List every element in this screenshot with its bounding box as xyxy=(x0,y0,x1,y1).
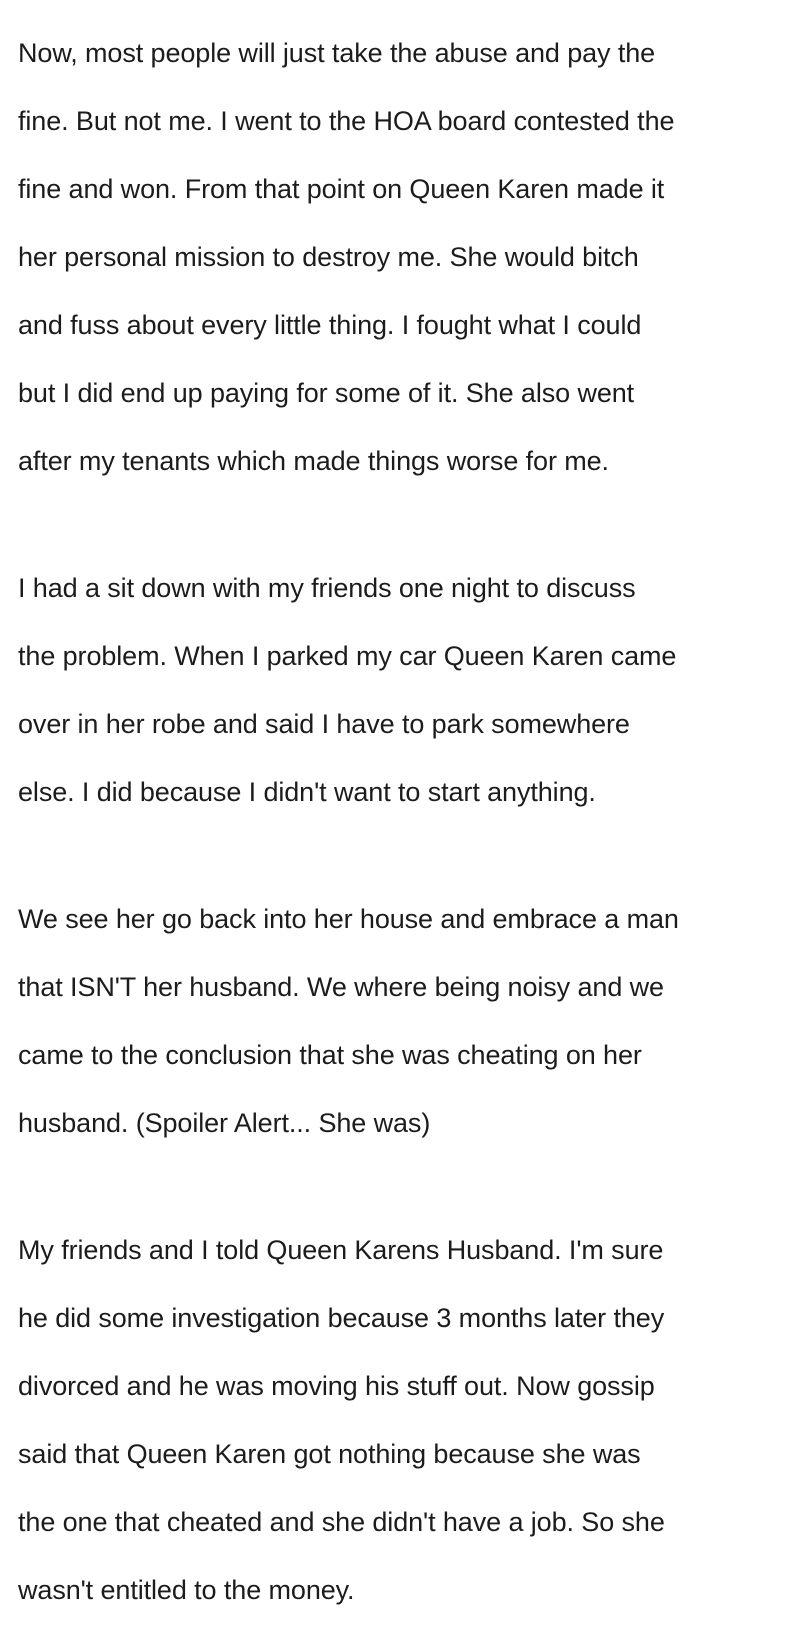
text-line: Now, most people will just take the abus… xyxy=(18,38,656,68)
text-line: else. I did because I didn't want to sta… xyxy=(18,777,596,807)
text-line: My friends and I told Queen Karens Husba… xyxy=(18,1235,664,1265)
text-line: fine and won. From that point on Queen K… xyxy=(18,174,665,204)
paragraph-cheating: We see her go back into her house and em… xyxy=(18,868,792,1174)
text-line: but I did end up paying for some of it. … xyxy=(18,378,635,408)
text-line: the one that cheated and she didn't have… xyxy=(18,1507,665,1537)
story-text-body: Now, most people will just take the abus… xyxy=(0,0,800,1605)
text-line: divorced and he was moving his stuff out… xyxy=(18,1371,655,1401)
text-line: her personal mission to destroy me. She … xyxy=(18,242,639,272)
text-line: fine. But not me. I went to the HOA boar… xyxy=(18,106,675,136)
text-line: We see her go back into her house and em… xyxy=(18,904,679,934)
text-line: came to the conclusion that she was chea… xyxy=(18,1040,642,1070)
text-line: wasn't entitled to the money. xyxy=(18,1575,355,1605)
text-line: and fuss about every little thing. I fou… xyxy=(18,310,642,340)
paragraph-parking: I had a sit down with my friends one nig… xyxy=(18,537,792,843)
text-line: over in her robe and said I have to park… xyxy=(18,709,630,739)
text-line: said that Queen Karen got nothing becaus… xyxy=(18,1439,641,1469)
text-line: husband. (Spoiler Alert... She was) xyxy=(18,1108,431,1138)
paragraph-divorce: My friends and I told Queen Karens Husba… xyxy=(18,1199,792,1641)
paragraph-hoa-dispute: Now, most people will just take the abus… xyxy=(18,2,792,512)
text-line: that ISN'T her husband. We where being n… xyxy=(18,972,664,1002)
text-line: I had a sit down with my friends one nig… xyxy=(18,573,636,603)
text-line: he did some investigation because 3 mont… xyxy=(18,1303,665,1333)
text-line: the problem. When I parked my car Queen … xyxy=(18,641,677,671)
text-line: after my tenants which made things worse… xyxy=(18,446,609,476)
